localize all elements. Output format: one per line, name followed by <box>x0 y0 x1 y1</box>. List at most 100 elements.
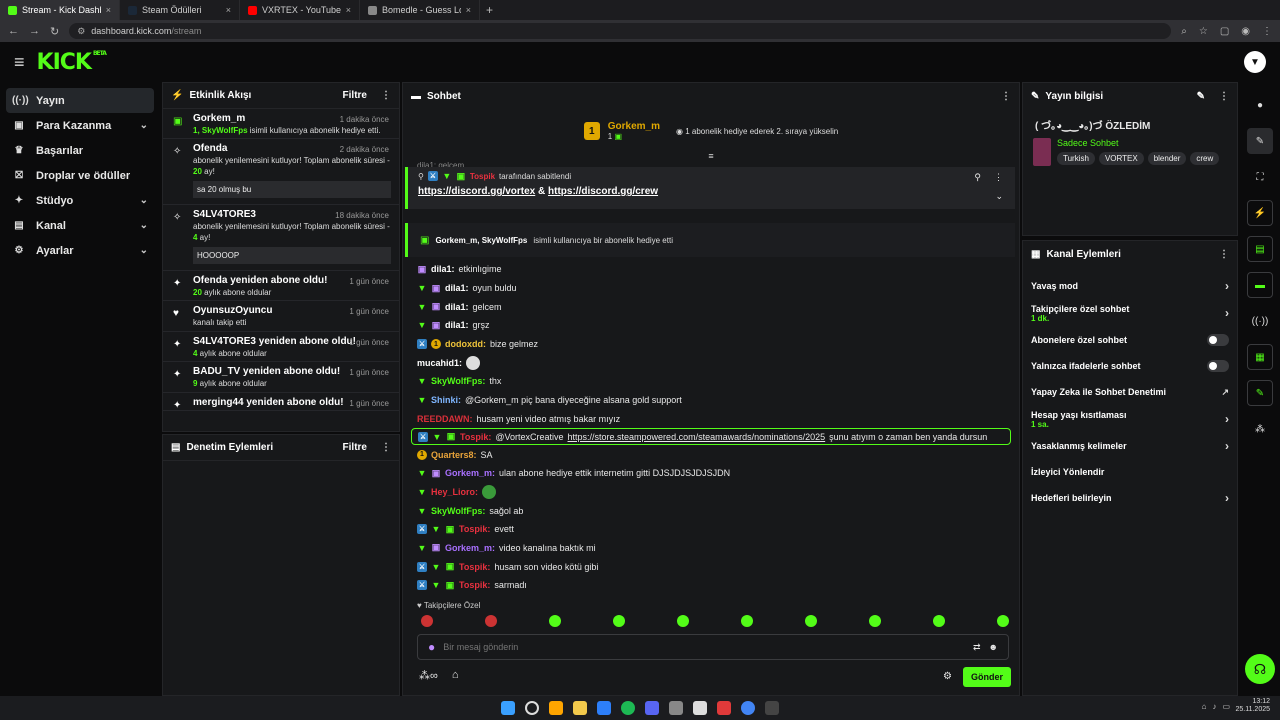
chat-widget-icon[interactable]: ▬ <box>1247 272 1273 298</box>
forward-icon[interactable]: → <box>29 25 40 37</box>
chat-username[interactable]: Tospik: <box>459 580 490 590</box>
community-icon[interactable]: ⁂ <box>1247 416 1273 442</box>
menu-dots-icon[interactable]: ⋮ <box>1262 26 1272 37</box>
chat-message[interactable]: ▣ dila1: etkinlıgime <box>403 260 1019 279</box>
toggle-switch[interactable] <box>1207 360 1229 372</box>
chat-username[interactable]: SkyWolfFps: <box>431 506 485 516</box>
sidebar-item[interactable]: ⚙ Ayarlar ⌄ <box>6 238 154 263</box>
activity-item[interactable]: ✦ merging44 yeniden abone oldu! 1 gün önce <box>163 393 399 411</box>
chat-message[interactable]: mucahid1: <box>403 353 1019 372</box>
chat-username[interactable]: Tospik: <box>460 432 491 442</box>
kick-logo[interactable]: KICK BETA <box>37 50 107 75</box>
bookmark-star-icon[interactable]: ☆ <box>1199 26 1208 37</box>
more-options-icon[interactable]: ⋮ <box>1219 91 1229 102</box>
fullscreen-icon[interactable]: ⛶ <box>1247 164 1273 190</box>
chat-message[interactable]: ⚔ ▼ ▣ Tospik: husam son video kötü gibi <box>403 557 1019 576</box>
sidebar-item[interactable]: ✦ Stüdyo ⌄ <box>6 188 154 213</box>
chat-message[interactable]: ▼ ▣ Gorkem_m: ulan abone hediye ettik inter… <box>403 464 1019 483</box>
activity-widget-icon[interactable]: ⚡ <box>1247 200 1273 226</box>
chevron-right-icon[interactable]: › <box>1225 491 1229 505</box>
channel-action-item[interactable]: Hedefleri belirleyin › <box>1023 485 1237 511</box>
sidebar-item[interactable]: ▣ Para Kazanma ⌄ <box>6 113 154 138</box>
activity-item[interactable]: ✦ BADU_TV yeniden abone oldu! 1 gün önce 9 … <box>163 362 399 393</box>
emote-icon[interactable] <box>677 615 689 627</box>
category-thumbnail[interactable] <box>1033 138 1051 166</box>
chat-username[interactable]: mucahid1: <box>417 358 462 368</box>
chat-settings-icon[interactable]: ⚙ <box>943 671 952 682</box>
chat-message[interactable]: ⚔ ▼ ▣ Tospik: evett <box>403 520 1019 539</box>
channel-action-item[interactable]: Yapay Zeka ile Sohbet Denetimi ↗ <box>1023 379 1237 405</box>
broadcast-icon[interactable]: ((·)) <box>1247 308 1273 334</box>
sidebar-item[interactable]: ▤ Kanal ⌄ <box>6 213 154 238</box>
channel-action-item[interactable]: Yasaklanmış kelimeler › <box>1023 433 1237 459</box>
chat-message-link[interactable]: https://store.steampowered.com/steamawar… <box>568 432 826 442</box>
chat-username[interactable]: dodoxdd: <box>445 339 486 349</box>
chat-username[interactable]: SkyWolfFps: <box>431 376 485 386</box>
unpin-icon[interactable]: ⚲ <box>974 172 981 183</box>
pinned-link-discord-vortex[interactable]: https://discord.gg/vortex <box>418 186 535 197</box>
tab-close-icon[interactable]: × <box>466 5 471 15</box>
more-options-icon[interactable]: ⋮ <box>1219 249 1229 260</box>
tab-close-icon[interactable]: × <box>226 5 231 15</box>
chevron-right-icon[interactable]: › <box>1225 306 1229 320</box>
url-field[interactable]: ⚙ dashboard.kick.com/stream <box>69 23 1172 39</box>
edit-icon[interactable]: ✎ <box>1197 91 1205 102</box>
stream-tag[interactable]: VORTEX <box>1098 152 1144 165</box>
pinned-by-user[interactable]: Tospik <box>470 172 495 181</box>
chat-message[interactable]: ▼ ▣ Gorkem_m: video kanalına baktık mi <box>403 539 1019 558</box>
app-icon[interactable] <box>717 701 731 715</box>
send-button[interactable]: Gönder <box>963 667 1011 687</box>
channel-action-item[interactable]: Abonelere özel sohbet <box>1023 327 1237 353</box>
more-options-icon[interactable]: ⋮ <box>381 442 391 453</box>
chat-username[interactable]: Quarters8: <box>431 450 477 460</box>
emote-icon[interactable] <box>421 615 433 627</box>
activity-item[interactable]: ♥ OyunsuzOyuncu 1 gün önce kanalı takip ett… <box>163 301 399 332</box>
emote-icon[interactable] <box>805 615 817 627</box>
channel-action-item[interactable]: Yalnızca ifadelerle sohbet <box>1023 353 1237 379</box>
chat-message[interactable]: ⚔ 1 dodoxdd: bize gelmez <box>403 335 1019 354</box>
activity-item[interactable]: ✧ S4LV4TORE3 18 dakika önce abonelik yenile… <box>163 205 399 271</box>
zoom-icon[interactable]: ⌕ <box>1181 26 1187 37</box>
chat-options-icon[interactable]: ⋮ <box>1001 91 1011 102</box>
chat-username[interactable]: Hey_Lioro: <box>431 487 478 497</box>
browser-tab[interactable]: Bomedle - Guess LoL Champion × <box>360 0 480 20</box>
emote-icon[interactable] <box>613 615 625 627</box>
activity-item[interactable]: ▣ Gorkem_m 1 dakika önce 1, SkyWolfFps isim… <box>163 109 399 140</box>
windows-start-icon[interactable] <box>501 701 515 715</box>
activity-item[interactable]: ✦ S4LV4TORE3 yeniden abone oldu! 1 gün önc… <box>163 332 399 363</box>
toggle-switch[interactable] <box>1207 334 1229 346</box>
extension-icon[interactable]: ▢ <box>1220 26 1229 37</box>
chevron-down-icon[interactable]: ⌄ <box>140 120 148 131</box>
chat-message[interactable]: ▼ ▣ dila1: grşz <box>403 316 1019 335</box>
chevron-right-icon[interactable]: › <box>1225 439 1229 453</box>
chevron-down-icon[interactable]: ⌄ <box>140 220 148 231</box>
discord-icon[interactable] <box>645 701 659 715</box>
chat-username[interactable]: dila1: <box>431 264 455 274</box>
browser-tab[interactable]: Steam Ödülleri × <box>120 0 240 20</box>
app-icon[interactable] <box>549 701 563 715</box>
microphone-icon[interactable]: ● <box>428 640 435 654</box>
chat-username[interactable]: Gorkem_m: <box>445 543 495 553</box>
chat-username[interactable]: Tospik: <box>459 524 490 534</box>
browser-tab[interactable]: VXRTEX - YouTube × <box>240 0 360 20</box>
browser-tab[interactable]: Stream - Kick Dashboard × <box>0 0 120 20</box>
emote-icon[interactable] <box>741 615 753 627</box>
chat-username[interactable]: Gorkem_m: <box>445 468 495 478</box>
more-options-icon[interactable]: ⋮ <box>381 90 391 101</box>
expand-chevron-icon[interactable]: ⌄ <box>995 191 1003 202</box>
chat-username[interactable]: dila1: <box>445 302 469 312</box>
tab-close-icon[interactable]: × <box>106 5 111 15</box>
file-explorer-icon[interactable] <box>573 701 587 715</box>
emote-icon[interactable] <box>485 615 497 627</box>
activity-item[interactable]: ✦ Ofenda yeniden abone oldu! 1 gün önce 20 … <box>163 271 399 302</box>
channel-action-item[interactable]: İzleyici Yönlendir <box>1023 459 1237 485</box>
emote-icon[interactable] <box>997 615 1009 627</box>
layout-widget-icon[interactable]: ▦ <box>1247 344 1273 370</box>
clock[interactable]: 13:12 25.11.2025 <box>1235 698 1270 715</box>
chat-username[interactable]: dila1: <box>445 283 469 293</box>
moderation-widget-icon[interactable]: ▤ <box>1247 236 1273 262</box>
chrome-icon[interactable] <box>741 701 755 715</box>
stream-tag[interactable]: blender <box>1147 152 1187 165</box>
profile-icon[interactable]: ◉ <box>1241 26 1250 37</box>
chat-message[interactable]: REEDDAWN: husam yeni video atmış bakar mı… <box>403 410 1019 429</box>
